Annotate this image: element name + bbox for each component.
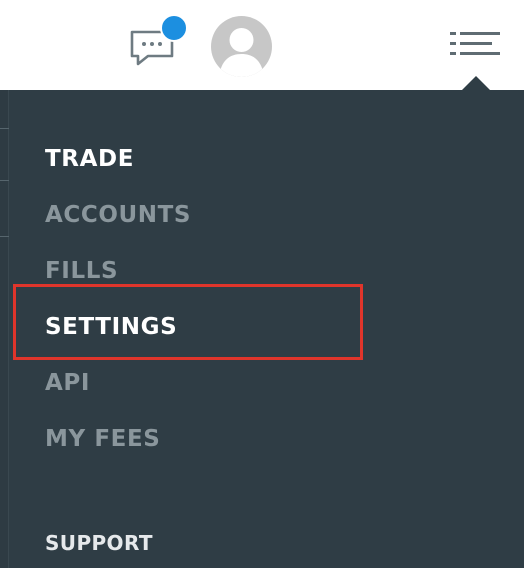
background-panel-edge <box>0 90 9 568</box>
menu-item-trade[interactable]: TRADE <box>45 146 134 172</box>
menu-item-my-fees[interactable]: MY FEES <box>45 426 160 452</box>
strip-divider <box>0 236 9 237</box>
dropdown-caret <box>462 76 490 90</box>
menu-item-fills[interactable]: FILLS <box>45 258 118 284</box>
strip-divider <box>0 128 9 129</box>
dropdown-menu: TRADE ACCOUNTS FILLS SETTINGS API MY FEE… <box>9 90 524 568</box>
top-bar <box>0 0 524 90</box>
strip-divider <box>0 180 9 181</box>
menu-item-api[interactable]: API <box>45 370 90 396</box>
menu-item-settings[interactable]: SETTINGS <box>45 314 177 340</box>
menu-item-support[interactable]: SUPPORT <box>45 531 153 555</box>
notification-dot <box>160 14 188 42</box>
chat-button[interactable] <box>126 14 188 68</box>
user-avatar-icon[interactable] <box>211 16 272 77</box>
menu-item-accounts[interactable]: ACCOUNTS <box>45 202 191 228</box>
hamburger-menu-button[interactable] <box>448 28 502 64</box>
hamburger-list-icon <box>450 32 500 55</box>
avatar-silhouette-icon <box>219 28 264 77</box>
